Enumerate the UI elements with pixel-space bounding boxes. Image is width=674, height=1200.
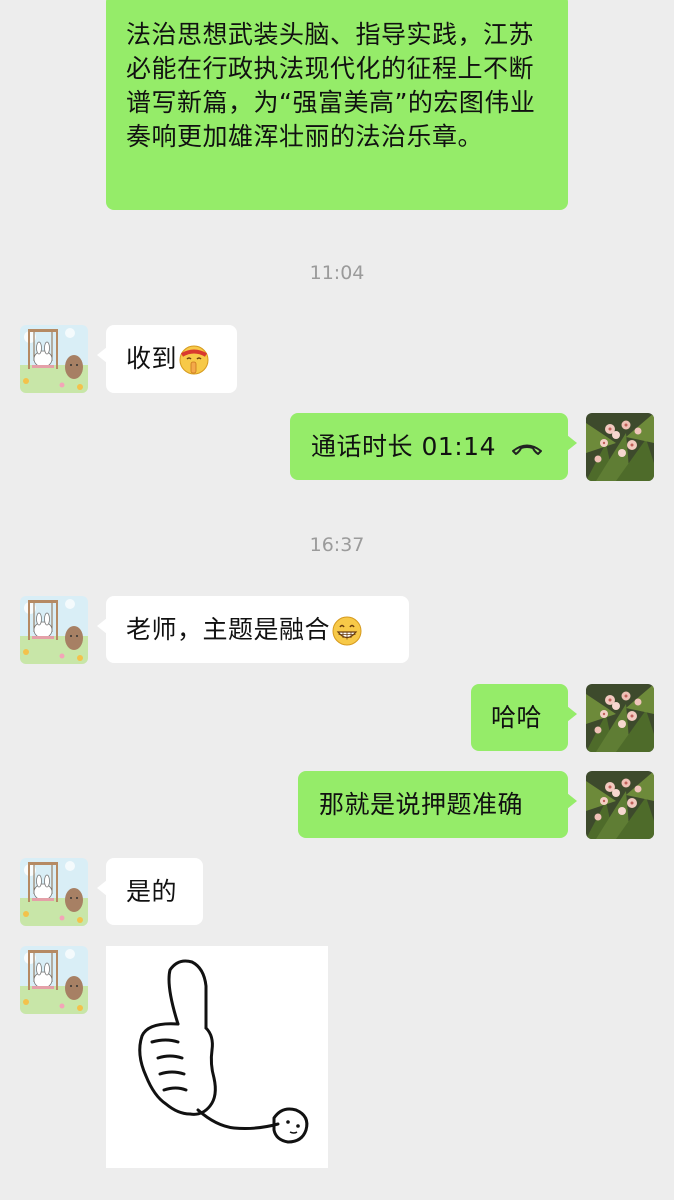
message-bubble-received[interactable]: 老师，主题是融合 xyxy=(97,596,409,663)
bunny-swing-avatar-icon xyxy=(20,325,88,393)
contact-avatar[interactable] xyxy=(20,325,88,393)
message-text: 那就是说押题准确 xyxy=(319,790,524,819)
flower-avatar-icon xyxy=(586,684,654,752)
message-text: 法治思想武装头脑、指导实践，江苏必能在行政执法现代化的征程上不断谱写新篇，为“强… xyxy=(126,20,536,151)
self-avatar[interactable] xyxy=(586,684,654,752)
phone-hangup-icon xyxy=(510,432,544,461)
grinning-face-emoji-icon xyxy=(331,615,363,647)
flower-avatar-icon xyxy=(586,413,654,481)
flower-avatar-icon xyxy=(586,771,654,839)
contact-avatar[interactable] xyxy=(20,858,88,926)
contact-avatar[interactable] xyxy=(20,946,88,1014)
self-avatar[interactable] xyxy=(586,771,654,839)
message-text: 老师，主题是融合 xyxy=(126,615,331,644)
message-text: 是的 xyxy=(126,877,178,906)
message-text: 哈哈 xyxy=(491,703,543,732)
thumbs-up-sticker[interactable] xyxy=(106,946,328,1168)
contact-avatar[interactable] xyxy=(20,596,88,664)
shushing-face-emoji-icon xyxy=(178,344,210,376)
bunny-swing-avatar-icon xyxy=(20,596,88,664)
bunny-swing-avatar-icon xyxy=(20,946,88,1014)
timestamp: 11:04 xyxy=(309,262,365,284)
call-duration-text: 通话时长 01:14 xyxy=(311,432,496,461)
self-avatar[interactable] xyxy=(586,413,654,481)
message-bubble-received[interactable]: 收到 xyxy=(97,325,237,393)
message-bubble-sent[interactable]: 哈哈 xyxy=(471,684,577,751)
timestamp: 16:37 xyxy=(309,534,365,556)
message-text: 收到 xyxy=(126,344,178,373)
message-bubble-sent[interactable]: 法治思想武装头脑、指导实践，江苏必能在行政执法现代化的征程上不断谱写新篇，为“强… xyxy=(106,0,568,210)
message-bubble-received[interactable]: 是的 xyxy=(97,858,203,925)
thumbs-up-icon xyxy=(138,959,309,1144)
bunny-swing-avatar-icon xyxy=(20,858,88,926)
message-bubble-sent[interactable]: 那就是说押题准确 xyxy=(298,771,577,838)
call-record-bubble[interactable]: 通话时长 01:14 xyxy=(290,413,577,480)
